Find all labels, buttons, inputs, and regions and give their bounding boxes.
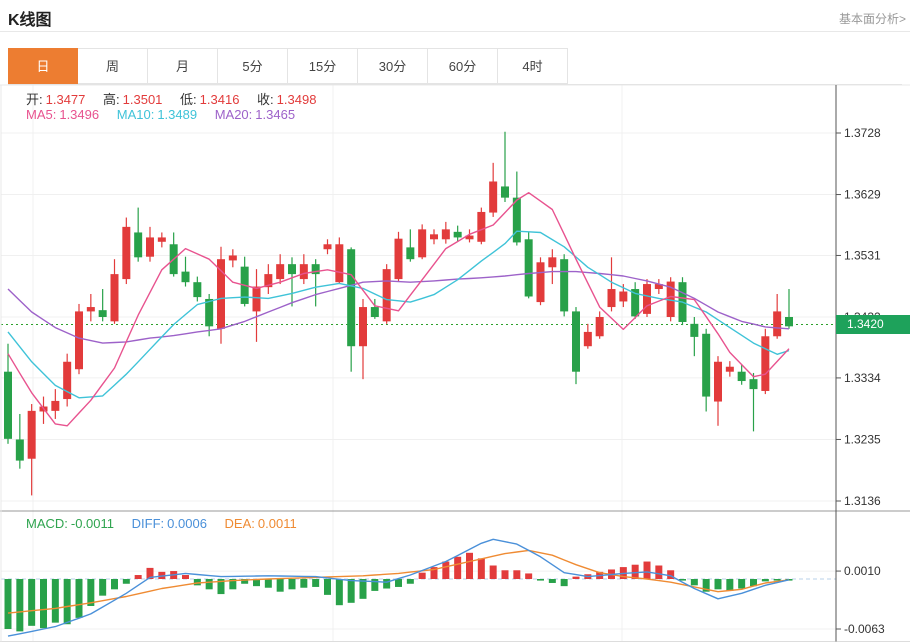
tab-month[interactable]: 月 (148, 48, 218, 84)
tab-5min[interactable]: 5分 (218, 48, 288, 84)
current-price-badge: 1.3420 (836, 315, 910, 334)
period-tabbar: 日 周 月 5分 15分 30分 60分 4时 (8, 48, 902, 85)
tab-60min[interactable]: 60分 (428, 48, 498, 84)
tab-15min[interactable]: 15分 (288, 48, 358, 84)
page-title: K线图 (8, 6, 52, 30)
page-header: K线图 基本面分析> (0, 0, 910, 32)
tab-30min[interactable]: 30分 (358, 48, 428, 84)
tab-day[interactable]: 日 (8, 48, 78, 84)
tab-week[interactable]: 周 (78, 48, 148, 84)
macd-chart[interactable] (0, 511, 910, 642)
tab-4hour[interactable]: 4时 (498, 48, 568, 84)
kline-chart[interactable] (0, 85, 910, 511)
fundamental-analysis-link[interactable]: 基本面分析> (839, 10, 906, 27)
